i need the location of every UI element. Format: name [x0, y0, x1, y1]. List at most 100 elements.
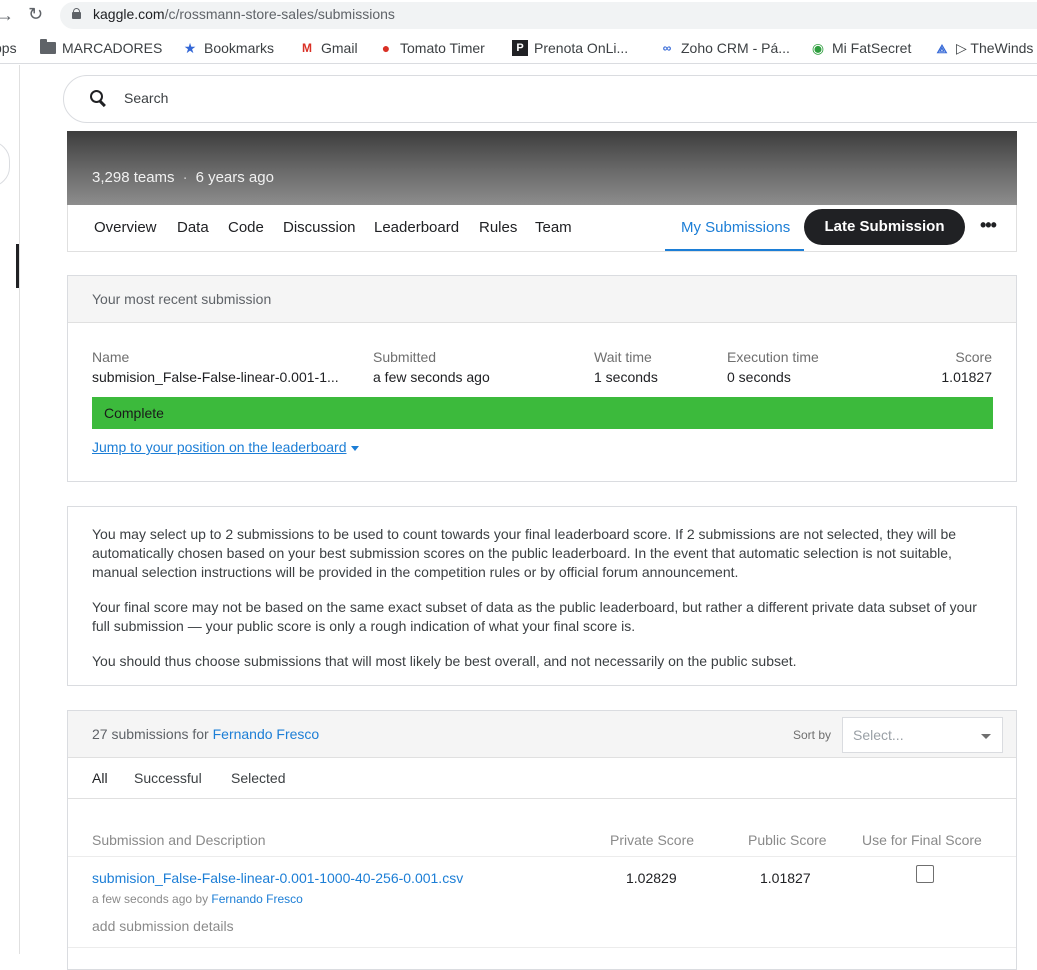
url-text[interactable]: kaggle.com/c/rossmann-store-sales/submis… [93, 6, 395, 22]
info-paragraph-1: You may select up to 2 submissions to be… [92, 526, 957, 580]
competition-meta: 3,298 teams · 6 years ago [92, 169, 274, 186]
score-value: 1.01827 [941, 369, 992, 385]
public-score-value: 1.01827 [760, 870, 811, 886]
search-bar[interactable] [63, 75, 1037, 123]
submitted-label: Submitted [373, 349, 437, 365]
bookmark-label: MARCADORES [62, 40, 163, 56]
status-text: Complete [104, 405, 164, 421]
lock-icon[interactable] [72, 8, 81, 19]
active-tab-underline [665, 249, 804, 251]
column-use-for-final: Use for Final Score [862, 832, 982, 848]
bookmark-prenota[interactable]: P Prenota OnLi... [512, 40, 628, 56]
separator-dot: · [182, 169, 188, 186]
star-icon: ★ [183, 40, 197, 56]
use-for-final-checkbox[interactable] [916, 865, 934, 883]
tab-team[interactable]: Team [535, 219, 572, 236]
bookmark-marcadores[interactable]: MARCADORES [40, 39, 163, 56]
url-host: kaggle.com [93, 6, 165, 22]
reload-icon[interactable]: ↻ [28, 4, 43, 25]
search-input[interactable] [124, 90, 924, 106]
tab-overview[interactable]: Overview [94, 219, 157, 236]
column-description: Submission and Description [92, 832, 266, 848]
submission-author-link[interactable]: Fernando Fresco [211, 892, 302, 906]
url-path: /c/rossmann-store-sales/submissions [164, 6, 395, 22]
fatsecret-icon: ◉ [811, 40, 825, 56]
bookmark-zoho[interactable]: ∞ Zoho CRM - Pá... [659, 40, 790, 56]
card-header: Your most recent submission [68, 276, 1016, 323]
submissions-count-text: 27 submissions for [92, 726, 209, 742]
jump-link-label: Jump to your position on the leaderboard [92, 439, 347, 455]
tab-leaderboard[interactable]: Leaderboard [374, 219, 459, 236]
sort-select-value: Select... [853, 727, 904, 743]
bookmark-apps[interactable]: pps [0, 40, 17, 56]
bookmark-label: Prenota OnLi... [534, 40, 629, 56]
tab-code[interactable]: Code [228, 219, 264, 236]
score-label: Score [955, 349, 992, 365]
filter-selected[interactable]: Selected [231, 770, 285, 786]
tab-discussion[interactable]: Discussion [283, 219, 356, 236]
filter-all[interactable]: All [92, 770, 108, 786]
more-options-icon[interactable]: ••• [980, 215, 997, 236]
bookmark-bookmarks[interactable]: ★ Bookmarks [182, 40, 274, 56]
bookmark-tomato-timer[interactable]: ● Tomato Timer [378, 40, 485, 56]
gmail-icon: M [302, 41, 312, 55]
search-icon [90, 90, 108, 108]
execution-time-value: 0 seconds [727, 369, 791, 385]
submission-time: a few seconds ago by [92, 892, 209, 906]
submissions-card: 27 submissions for Fernando Fresco Sort … [67, 710, 1017, 970]
sort-by-label: Sort by [793, 728, 832, 742]
competition-header: 3,298 teams · 6 years ago [67, 131, 1017, 205]
divider [68, 798, 1016, 799]
bookmarks-bar: pps MARCADORES ★ Bookmarks M Gmail ● Tomato… [0, 34, 1037, 64]
execution-time-label: Execution time [727, 349, 819, 365]
bookmark-thewinds[interactable]: ⟁ ▷ TheWinds [934, 40, 1034, 57]
winds-icon: ⟁ [936, 41, 948, 56]
tab-rules[interactable]: Rules [479, 219, 517, 236]
wait-time-value: 1 seconds [594, 369, 658, 385]
info-paragraph-3: You should thus choose submissions that … [92, 653, 797, 669]
forward-arrow-icon[interactable]: → [0, 5, 14, 26]
selection-info-card: You may select up to 2 submissions to be… [67, 506, 1017, 686]
submitted-value: a few seconds ago [373, 369, 490, 385]
bookmark-gmail[interactable]: M Gmail [299, 40, 358, 56]
bookmark-label: Tomato Timer [400, 40, 485, 56]
p-icon: P [512, 40, 528, 56]
column-public-score: Public Score [748, 832, 827, 848]
jump-to-leaderboard-link[interactable]: Jump to your position on the leaderboard [92, 439, 359, 455]
competition-tabs: Overview Data Code Discussion Leaderboar… [67, 205, 1017, 252]
column-private-score: Private Score [610, 832, 695, 848]
late-submission-button[interactable]: Late Submission [804, 209, 965, 245]
tab-my-submissions[interactable]: My Submissions [681, 219, 790, 236]
left-sidebar [0, 65, 20, 954]
bookmark-label: ▷ TheWinds [956, 40, 1034, 56]
recent-submission-card: Your most recent submission Name submisi… [67, 275, 1017, 482]
private-score-value: 1.02829 [626, 870, 677, 886]
submission-meta: a few seconds ago by Fernando Fresco [92, 892, 303, 906]
sidebar-active-indicator [16, 244, 19, 288]
add-submission-details-link[interactable]: add submission details [92, 918, 234, 934]
name-value: submision_False-False-linear-0.001-1... [92, 369, 339, 385]
competition-age: 6 years ago [195, 169, 274, 186]
filter-successful[interactable]: Successful [134, 770, 202, 786]
user-link[interactable]: Fernando Fresco [213, 726, 320, 742]
tab-data[interactable]: Data [177, 219, 209, 236]
chevron-down-icon [981, 734, 991, 739]
name-label: Name [92, 349, 130, 365]
bookmark-label: Bookmarks [204, 40, 275, 56]
info-paragraph-2: Your final score may not be based on the… [92, 599, 977, 634]
team-count: 3,298 teams [92, 169, 175, 186]
zoho-icon: ∞ [662, 41, 672, 55]
status-bar: Complete [92, 397, 993, 429]
bookmark-label: Mi FatSecret [832, 40, 912, 56]
bookmark-fatsecret[interactable]: ◉ Mi FatSecret [810, 40, 911, 56]
sort-select[interactable]: Select... [842, 717, 1003, 753]
bookmark-label: Zoho CRM - Pá... [681, 40, 790, 56]
submission-file-link[interactable]: submision_False-False-linear-0.001-1000-… [92, 870, 463, 886]
tomato-icon: ● [381, 40, 391, 56]
bookmark-label: pps [0, 40, 17, 56]
recent-submission-heading: Your most recent submission [92, 291, 272, 307]
submissions-count: 27 submissions for Fernando Fresco [92, 726, 319, 742]
folder-icon [40, 39, 56, 54]
divider [68, 856, 1016, 857]
browser-address-bar: → ↻ kaggle.com/c/rossmann-store-sales/su… [0, 0, 1037, 32]
